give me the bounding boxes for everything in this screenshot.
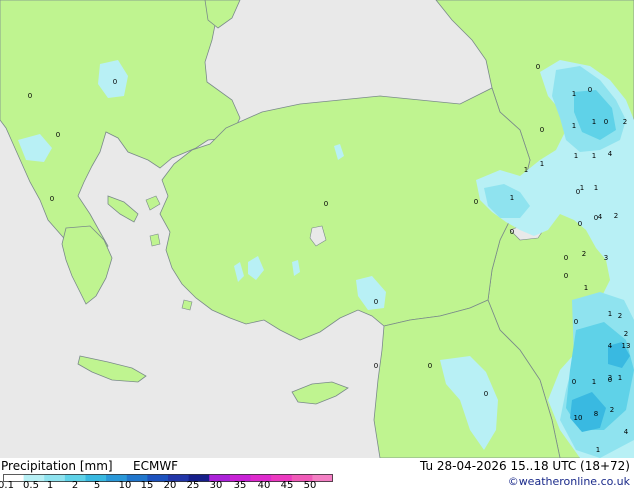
map-value-label: 0 (50, 195, 54, 203)
map-value-label: 1 (618, 374, 622, 382)
colorbar-tick-label: 20 (163, 480, 177, 491)
map-value-label: 0 (56, 131, 60, 139)
map-value-label: 0 (484, 390, 488, 398)
legend-bar: Precipitation [mm] ECMWF Tu 28-04-2026 1… (0, 458, 634, 491)
map-value-label: 4 (624, 428, 629, 436)
colorbar-tick-label: 15 (140, 480, 154, 491)
map-value-label: 10 (574, 414, 583, 422)
map-value-label: 0 (604, 118, 608, 126)
colorbar-tick-label: 0.1 (0, 480, 14, 491)
colorbar-tick-label: 10 (118, 480, 132, 491)
model-name: ECMWF (133, 459, 179, 473)
colorbar-tick-label: 30 (209, 480, 223, 491)
map-value-label: 3 (604, 254, 608, 262)
map-value-label: 0 (428, 362, 432, 370)
valid-time: Tu 28-04-2026 15..18 UTC (18+72) (419, 459, 630, 473)
map-value-label: 1 (592, 118, 596, 126)
map-value-label: 4 (608, 150, 613, 158)
map-value-label: 0 (374, 362, 378, 370)
map-value-label: 0 (324, 200, 328, 208)
map-value-label: 0 (578, 220, 582, 228)
map-canvas: 0000001 01 1 0 2001 1 41 10110 1000 4 20 2 30121020 0… (0, 0, 634, 458)
map-value-label: 1 (574, 152, 578, 160)
map-value-label: 2 (610, 406, 614, 414)
credit-link[interactable]: ©weatheronline.co.uk (508, 475, 630, 488)
map-value-label: 2 (582, 250, 586, 258)
map-value-label: 1 (592, 378, 596, 386)
legend-title: Precipitation [mm] (1, 459, 113, 473)
colorbar-tick-label: 40 (257, 480, 271, 491)
map-value-label: 1 (584, 284, 588, 292)
map-value-label: 0 (474, 198, 478, 206)
map-value-label: 1 (596, 446, 600, 454)
map-value-label: 2 (614, 212, 618, 220)
map-value-label: 8 (594, 410, 598, 418)
precipitation-map: 0000001011020011411011010004202301210200… (0, 0, 634, 491)
map-value-label: 0 (576, 188, 580, 196)
map-value-label: 2 (623, 118, 627, 126)
map-value-label: 1 (540, 160, 544, 168)
colorbar-tick-label: 5 (93, 480, 101, 491)
map-value-label: 3 (608, 374, 612, 382)
map-value-label: 1 (580, 184, 584, 192)
map-value-label: 1 (524, 166, 528, 174)
map-value-label: 0 (374, 298, 378, 306)
map-value-label: 0 (510, 228, 514, 236)
map-value-label: 13 (622, 342, 631, 350)
map-value-label: 0 (574, 318, 578, 326)
map-value-label: 1 (572, 122, 576, 130)
map-value-label: 1 (592, 152, 596, 160)
map-value-label: 1 (594, 184, 598, 192)
colorbar-tick-label: 35 (233, 480, 247, 491)
map-value-label: 0 (564, 272, 568, 280)
map-value-label: 1 (608, 310, 612, 318)
map-value-label: 1 (510, 194, 514, 202)
map-value-label: 4 (598, 213, 603, 221)
colorbar-tick-label: 2 (71, 480, 79, 491)
colorbar-tick-label: 25 (186, 480, 200, 491)
map-value-label: 2 (618, 312, 622, 320)
map-value-label: 0 (572, 378, 576, 386)
aegean-island-rhodes (181, 299, 193, 311)
map-value-label: 2 (624, 330, 628, 338)
aegean-island-chios (149, 233, 161, 247)
map-value-label: 4 (608, 342, 613, 350)
map-value-label: 0 (113, 78, 117, 86)
colorbar-tick-label: 0.5 (23, 480, 39, 491)
map-value-label: 0 (28, 92, 32, 100)
map-value-label: 1 (572, 90, 576, 98)
map-value-label: 0 (588, 86, 592, 94)
colorbar-tick-label: 45 (280, 480, 294, 491)
map-value-label: 0 (540, 126, 544, 134)
map-value-label: 0 (536, 63, 540, 71)
map-value-label: 0 (564, 254, 568, 262)
colorbar-tick-label: 50 (303, 480, 317, 491)
colorbar-tick-label: 1 (46, 480, 54, 491)
